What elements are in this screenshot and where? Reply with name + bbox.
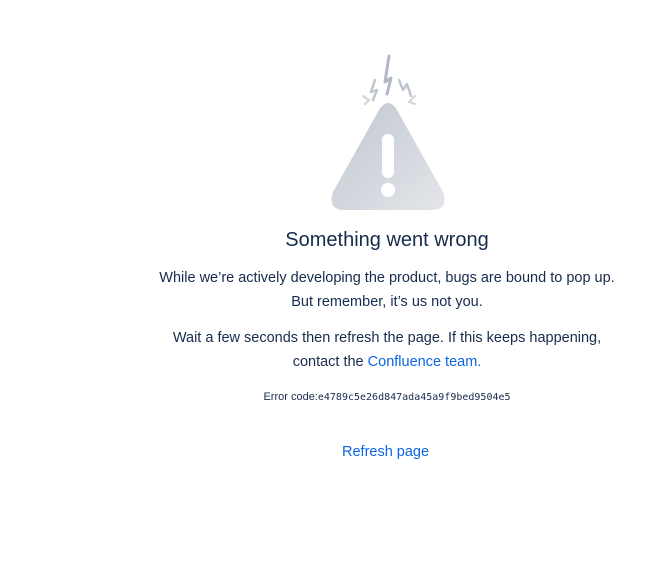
confluence-team-link[interactable]: Confluence team. [368, 354, 482, 370]
explanation-line-2: But remember, it’s us not you. [291, 294, 483, 310]
warning-triangle-icon [331, 54, 445, 210]
error-code-label: Error code: [263, 391, 318, 403]
page-title: Something went wrong [285, 229, 489, 251]
instructions-line-1: Wait a few seconds then refresh the page… [172, 330, 602, 346]
contact-prefix: contact the [292, 354, 368, 370]
refresh-page-button[interactable]: Refresh page [336, 440, 435, 464]
error-code: Error code:e4789c5e26d847ada45a9f9bed950… [0, 391, 670, 403]
error-page: Something went wrong While we’re activel… [0, 0, 670, 569]
error-code-value: e4789c5e26d847ada45a9f9bed9504e5 [317, 392, 511, 403]
instructions-line-2: contact the Confluence team. [0, 350, 670, 374]
explanation-paragraph: While we’re actively developing the prod… [0, 266, 670, 314]
instructions-paragraph: Wait a few seconds then refresh the page… [0, 326, 670, 374]
explanation-line-1: While we’re actively developing the prod… [159, 270, 615, 286]
